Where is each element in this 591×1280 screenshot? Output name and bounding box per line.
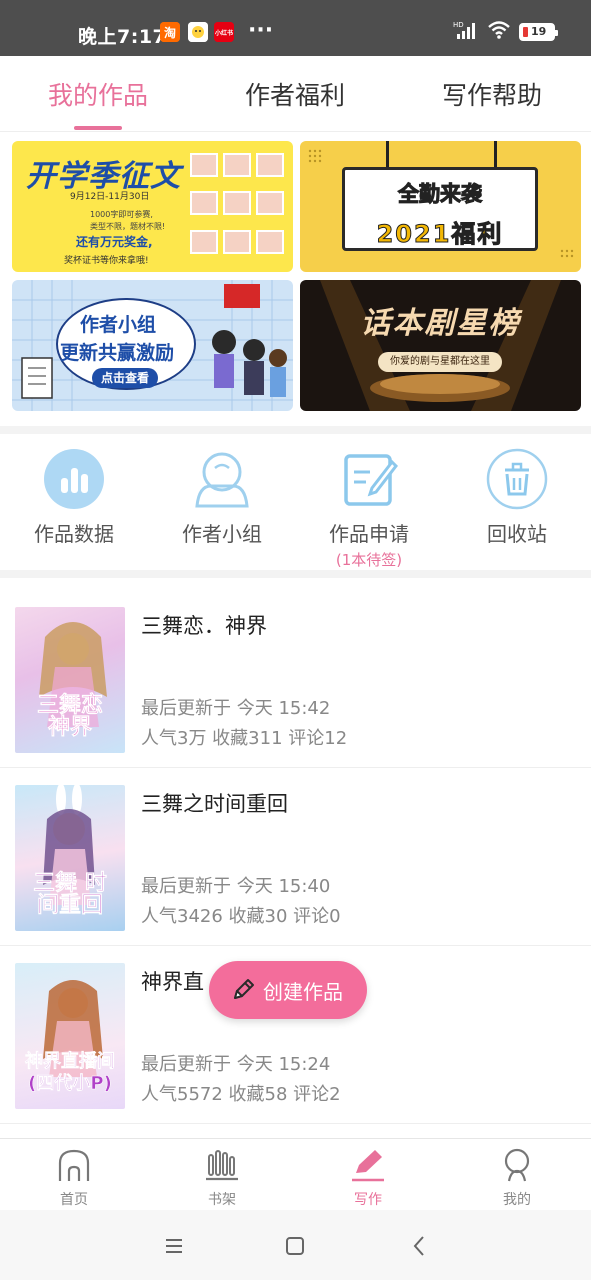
banner-attendance[interactable]: 全勤来袭 2021福利 [300,141,581,272]
back-icon[interactable] [405,1232,433,1260]
svg-text:小红书: 小红书 [214,29,233,37]
trash-icon [486,448,548,510]
work-cover: 神界直播间 (四代小P) [15,963,125,1109]
pending-sign-count: (1本待签) [335,551,403,569]
chat-app-icon [188,22,208,42]
action-recycle-bin[interactable]: 回收站 [457,448,577,547]
work-cover-title: 神界直播间 (四代小P) [25,1051,116,1095]
banner-contest-date: 9月12日-11月30日 [70,192,150,202]
work-title: 三舞之时间重回 [141,792,288,816]
svg-text:淘: 淘 [164,25,176,40]
action-work-data[interactable]: 作品数据 [14,448,134,547]
pen-icon [352,1150,384,1182]
home-button-icon[interactable] [281,1232,309,1260]
work-title: 神界直P） [141,966,375,996]
pencil-icon [234,979,254,999]
taobao-app-icon: 淘 [160,22,180,42]
nav-write[interactable]: 写作 [318,1147,418,1209]
work-title-visible: 神界直 [141,970,204,994]
status-bar: 晚上7:17 淘 小红书 ··· HD 19 [0,0,591,56]
banner-contest-line: 类型不限，题材不限! [90,222,166,231]
banner-star-ranking-subtitle: 你爱的剧与星都在这里 [378,352,502,372]
tab-my-works[interactable]: 我的作品 [48,76,148,112]
work-title: 三舞恋．神界 [141,614,267,638]
banner-grid: 开学季征文 9月12日-11月30日 1000字即可参赛, 类型不限，题材不限!… [0,132,591,426]
create-work-button[interactable]: 创建作品 [209,961,367,1019]
signal-icon: HD [453,20,479,44]
list-item[interactable]: 三舞恋 神界 三舞恋．神界 最后更新于 今天 15:42 人气3万 收藏311 评… [0,590,591,768]
banner-contest-prize: 还有万元奖金, [76,235,153,249]
profile-icon [504,1148,530,1182]
nav-label: 写作 [354,1192,382,1208]
work-updated: 最后更新于 今天 15:24 [141,1054,331,1075]
people-icon [191,448,253,510]
section-divider [0,570,591,578]
edit-form-icon [338,448,400,510]
list-item[interactable]: 三舞 时间重回 三舞之时间重回 最后更新于 今天 15:40 人气3426 收藏… [0,768,591,946]
home-icon [58,1149,90,1181]
network-label: HD [453,21,464,29]
banner-author-group-line2: 更新共赢激励 [60,342,175,364]
nav-label: 首页 [60,1192,88,1208]
action-label: 作品数据 [34,522,114,546]
work-stats: 人气5572 收藏58 评论2 [141,1084,341,1105]
work-cover: 三舞 时间重回 [15,785,125,931]
banner-contest-line: 1000字即可参赛, [90,210,153,219]
quick-actions: 作品数据 作者小组 作品申请 (1本待签) 回收站 [0,434,591,570]
system-nav-bar [0,1210,591,1280]
shop-app-icon: 小红书 [214,22,234,42]
action-label: 作者小组 [182,522,262,546]
battery-icon: 19 [519,23,558,41]
action-label: 作品申请 [329,522,409,546]
banner-author-group[interactable]: 作者小组 更新共赢激励 点击查看 [12,280,293,411]
nav-profile[interactable]: 我的 [467,1147,567,1209]
nav-label: 我的 [503,1192,531,1208]
work-cover-title: 三舞恋 神界 [36,693,104,740]
clock: 晚上7:17 [78,26,167,48]
tab-writing-help[interactable]: 写作帮助 [442,76,542,112]
banner-attendance-line2: 2021福利 [376,220,504,249]
action-label: 回收站 [487,522,547,546]
nav-label: 书架 [208,1192,236,1208]
create-work-label: 创建作品 [263,979,343,1004]
work-updated: 最后更新于 今天 15:42 [141,698,331,719]
banner-attendance-line1: 全勤来袭 [398,182,483,207]
banner-attendance-sign: 全勤来袭 2021福利 [342,167,538,251]
work-cover: 三舞恋 神界 [15,607,125,753]
banner-star-ranking-title: 话本剧星榜 [360,306,521,341]
more-notifications-icon: ··· [248,18,274,43]
work-stats: 人气3426 收藏30 评论0 [141,906,341,927]
banner-author-group-line1: 作者小组 [80,314,157,336]
banner-view-button[interactable]: 点击查看 [92,368,158,388]
bar-chart-icon [43,448,105,510]
work-stats: 人气3万 收藏311 评论12 [141,728,348,749]
banner-contest-line: 奖杯证书等你来拿哦! [64,256,149,266]
work-updated: 最后更新于 今天 15:40 [141,876,331,897]
tab-author-benefits[interactable]: 作者福利 [245,76,345,112]
action-author-group[interactable]: 作者小组 [162,448,282,547]
sign-string [386,141,389,169]
bottom-nav: 首页 书架 写作 我的 [0,1138,591,1210]
wifi-icon [487,20,511,44]
action-work-apply[interactable]: 作品申请 (1本待签) [309,448,429,570]
bookshelf-icon [206,1150,238,1181]
banner-star-ranking[interactable]: 话本剧星榜 你爱的剧与星都在这里 [300,280,581,411]
red-flag-icon [224,284,260,308]
sign-string [494,141,497,169]
active-tab-indicator [74,126,122,130]
work-cover-title: 三舞 时间重回 [33,871,107,918]
cartoon-people-illustration [212,330,287,397]
section-divider [0,426,591,434]
nav-home[interactable]: 首页 [24,1147,124,1209]
nav-bookshelf[interactable]: 书架 [172,1147,272,1209]
menu-icon[interactable] [160,1232,188,1260]
top-tabs: 我的作品 作者福利 写作帮助 [0,56,591,132]
banner-contest-photos [190,153,290,263]
banner-contest[interactable]: 开学季征文 9月12日-11月30日 1000字即可参赛, 类型不限，题材不限!… [12,141,293,272]
battery-level: 19 [531,25,547,38]
